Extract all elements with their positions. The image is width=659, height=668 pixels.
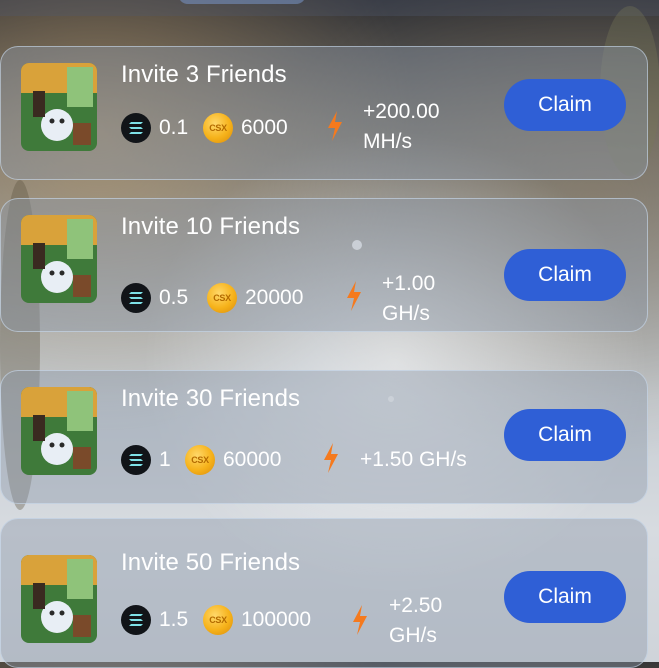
reward-sol: 0.5 [121, 283, 188, 313]
csx-coin-icon: CSX [185, 445, 215, 475]
lightning-bolt-icon [349, 604, 371, 636]
lightning-bolt-icon [324, 110, 346, 142]
csx-coin-icon: CSX [207, 283, 237, 313]
game-character-thumbnail-icon [21, 555, 97, 643]
reward-coin: CSX 100000 [203, 605, 311, 635]
reward-sol: 1 [121, 445, 171, 475]
reward-hashrate [320, 443, 342, 473]
reward-hashrate [343, 281, 365, 311]
coin-amount: 100000 [241, 608, 312, 631]
invite-title: Invite 3 Friends [121, 61, 287, 88]
hashrate-unit: MH/s [363, 130, 412, 153]
claim-button[interactable]: Claim [504, 409, 626, 461]
invite-title: Invite 10 Friends [121, 213, 301, 240]
sol-amount: 1.5 [159, 608, 189, 631]
reward-hashrate [324, 111, 346, 141]
solana-icon [121, 113, 151, 143]
solana-icon [121, 283, 151, 313]
solana-icon [121, 445, 151, 475]
csx-coin-icon: CSX [203, 605, 233, 635]
sol-amount: 1 [159, 448, 171, 471]
lightning-bolt-icon [343, 280, 365, 312]
invite-card-10: Invite 10 Friends 0.5 CSX 20000 +1.00 GH… [0, 198, 648, 332]
reward-coin: CSX 6000 [203, 113, 288, 143]
sol-amount: 0.1 [159, 116, 189, 139]
game-character-thumbnail-icon [21, 63, 97, 151]
claim-button[interactable]: Claim [504, 79, 626, 131]
invite-title: Invite 30 Friends [121, 385, 301, 412]
reward-coin: CSX 20000 [207, 283, 303, 313]
reward-sol: 0.1 [121, 113, 188, 143]
lightning-bolt-icon [320, 442, 342, 474]
reward-coin: CSX 60000 [185, 445, 281, 475]
hashrate-value: +1.00 [382, 272, 436, 295]
invite-card-50: Invite 50 Friends 1.5 CSX 100000 +2.50 G… [0, 518, 648, 668]
invite-card-3: Invite 3 Friends 0.1 CSX 6000 +200.00 MH… [0, 46, 648, 180]
invite-title: Invite 50 Friends [121, 549, 301, 576]
hashrate-value: +1.50 GH/s [360, 448, 467, 471]
hashrate-value: +2.50 [389, 594, 443, 617]
hashrate-unit: GH/s [382, 302, 430, 325]
solana-icon [121, 605, 151, 635]
csx-coin-icon: CSX [203, 113, 233, 143]
reward-sol: 1.5 [121, 605, 188, 635]
invite-rewards-list: Invite 3 Friends 0.1 CSX 6000 +200.00 MH… [0, 0, 659, 668]
invite-card-30: Invite 30 Friends 1 CSX 60000 +1.50 GH/s… [0, 370, 648, 504]
sol-amount: 0.5 [159, 286, 189, 309]
coin-amount: 20000 [245, 286, 304, 309]
hashrate-value: +200.00 [363, 100, 440, 123]
game-character-thumbnail-icon [21, 215, 97, 303]
claim-button[interactable]: Claim [504, 249, 626, 301]
claim-button[interactable]: Claim [504, 571, 626, 623]
coin-amount: 6000 [241, 116, 288, 139]
hashrate-unit: GH/s [389, 624, 437, 647]
game-character-thumbnail-icon [21, 387, 97, 475]
reward-hashrate [349, 605, 371, 635]
coin-amount: 60000 [223, 448, 282, 471]
